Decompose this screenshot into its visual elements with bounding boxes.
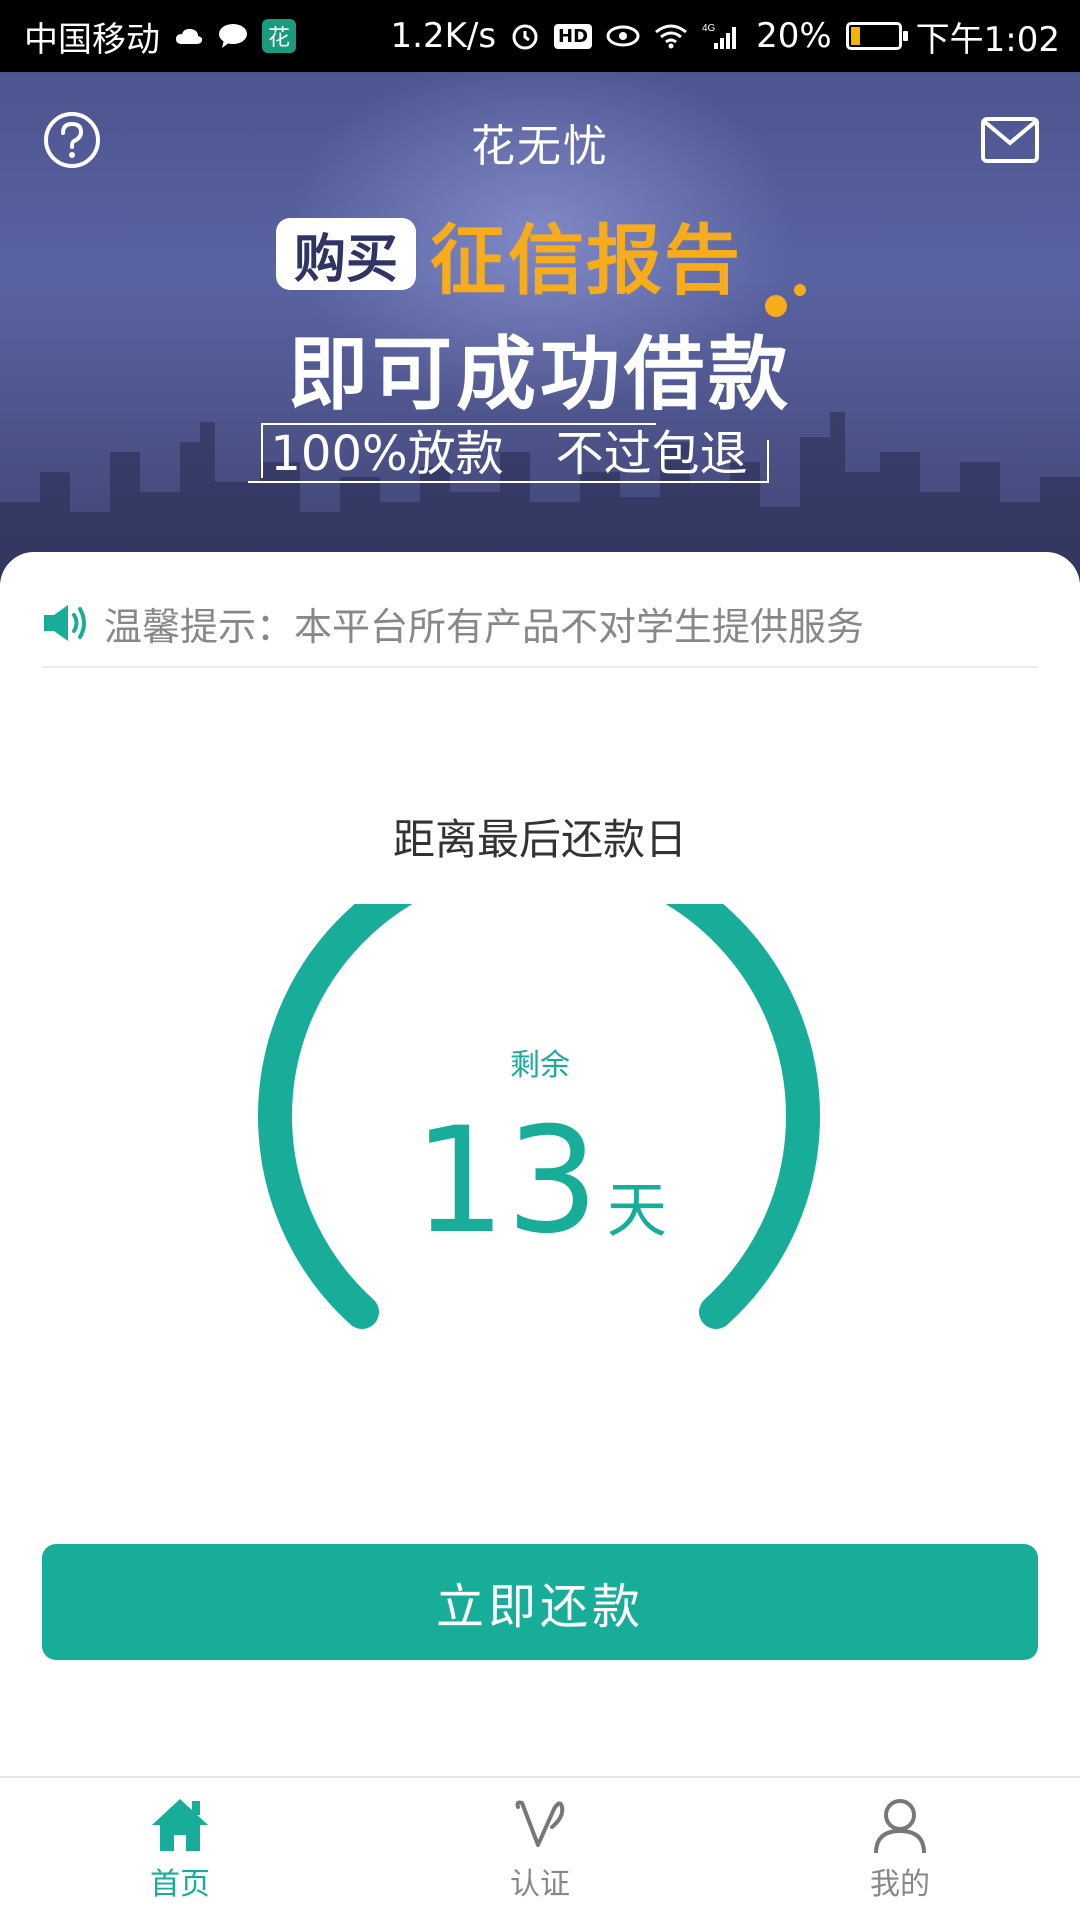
days-count: 13: [413, 1096, 599, 1266]
wifi-icon: [654, 22, 688, 50]
main-card: 温馨提示：本平台所有产品不对学生提供服务 距离最后还款日 剩余 13 天 立即还…: [0, 552, 1080, 1776]
alarm-icon: [510, 21, 540, 51]
promo-guarantee-right: 不过包退: [555, 426, 748, 482]
signal-icon: 4G: [702, 21, 742, 51]
tab-verify-label: 认证: [510, 1867, 570, 1902]
promo-headline: 即可成功借款: [288, 328, 792, 421]
bottom-tab-bar: 首页 认证 我的: [0, 1776, 1080, 1920]
battery-percent: 20%: [756, 16, 832, 56]
hd-badge: HD: [554, 23, 593, 49]
tab-profile[interactable]: 我的: [720, 1778, 1080, 1920]
mail-icon: [981, 117, 1039, 163]
notice-text: 温馨提示：本平台所有产品不对学生提供服务: [104, 604, 865, 649]
speaker-icon: [44, 605, 86, 641]
countdown-title: 距离最后还款日: [392, 815, 687, 864]
page-title: 花无忧: [471, 121, 609, 172]
tab-verify[interactable]: 认证: [360, 1778, 720, 1920]
tab-home[interactable]: 首页: [0, 1778, 360, 1920]
verify-icon: [515, 1800, 565, 1847]
status-bar: 中国移动 花 1.2K/s HD 4G 20% 下午1:02: [0, 0, 1080, 72]
message-button[interactable]: [980, 116, 1040, 164]
app-notification-icon: 花: [262, 19, 296, 53]
clock: 下午1:02: [915, 19, 1060, 60]
days-remaining: 13 天: [0, 1108, 1080, 1254]
credit-report-text: 征信报告: [430, 216, 743, 305]
home-icon: [152, 1799, 208, 1851]
network-speed: 1.2K/s: [390, 16, 497, 56]
chat-bubble-icon: [218, 22, 248, 50]
cloud-icon: [174, 26, 204, 46]
help-button[interactable]: [42, 110, 102, 170]
notice-bar: 温馨提示：本平台所有产品不对学生提供服务: [42, 580, 1038, 668]
carrier-name: 中国移动: [24, 19, 160, 60]
question-icon: [44, 112, 100, 168]
network-type: 4G: [702, 23, 716, 34]
tab-profile-label: 我的: [870, 1867, 930, 1902]
battery-icon: [845, 22, 908, 50]
tab-home-label: 首页: [150, 1867, 210, 1902]
buy-tag: 购买: [276, 218, 417, 290]
promo-guarantee-left: 100%放款: [270, 426, 504, 482]
eye-icon: [606, 25, 640, 47]
promo-banner[interactable]: 花无忧 购买 征信报告 即可成功借款 100%放款 不过包退: [0, 72, 1080, 582]
remaining-label: 剩余: [510, 1048, 570, 1083]
profile-icon: [874, 1799, 926, 1854]
repay-now-button[interactable]: 立即还款: [42, 1544, 1038, 1660]
days-unit: 天: [606, 1176, 667, 1246]
